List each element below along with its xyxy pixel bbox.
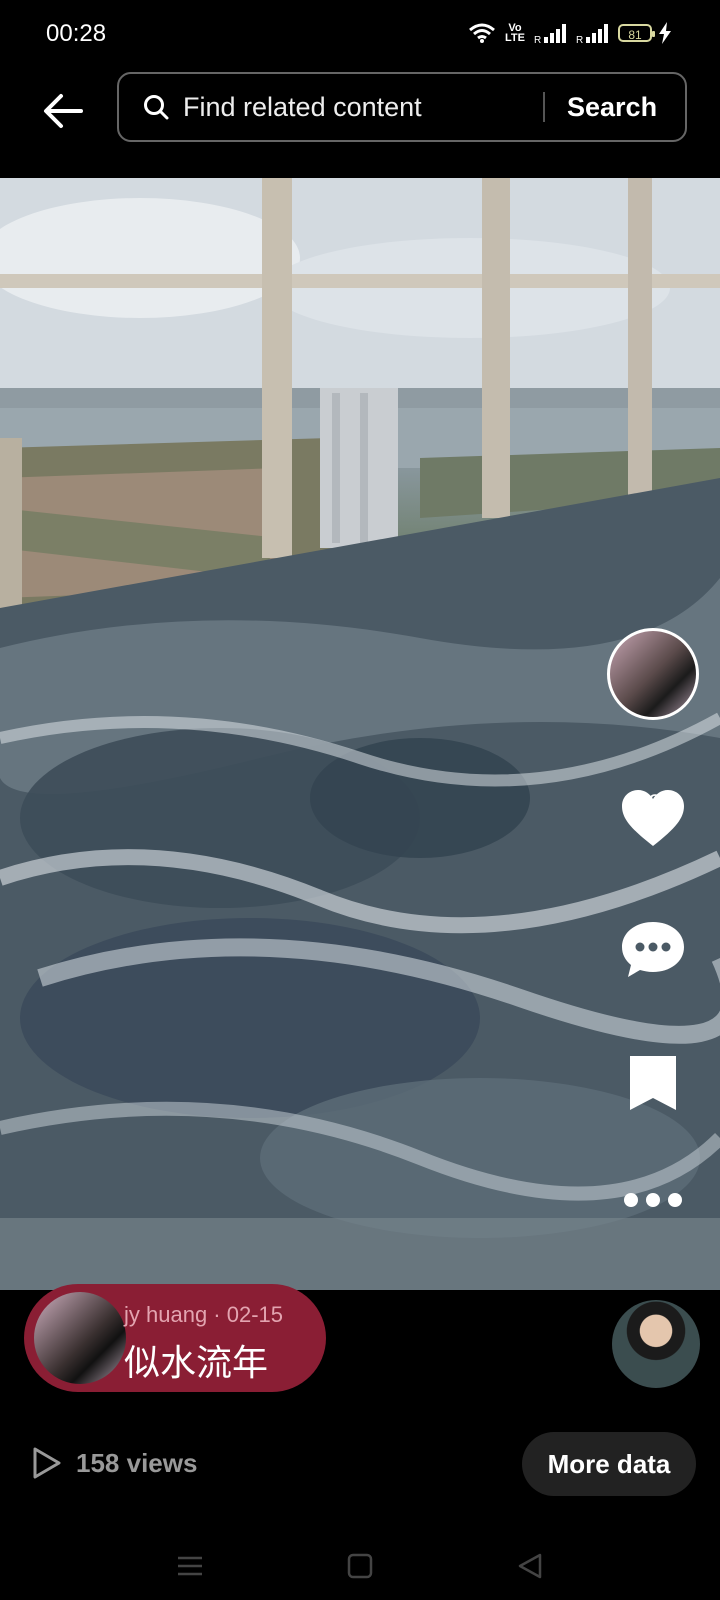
battery-indicator: 81 <box>618 24 655 42</box>
more-icon <box>624 1193 682 1207</box>
video-frame <box>0 178 720 1290</box>
comment-icon <box>622 922 684 977</box>
back-button[interactable] <box>38 86 88 136</box>
signal-icon-1: R <box>534 24 566 44</box>
home-icon[interactable] <box>346 1552 374 1580</box>
svg-text:R: R <box>576 35 583 44</box>
music-avatar[interactable] <box>612 1300 700 1388</box>
bookmark-action[interactable]: 0 <box>620 1054 690 1110</box>
back-icon[interactable] <box>516 1552 544 1580</box>
like-action[interactable]: 8 <box>620 788 690 846</box>
search-divider <box>543 92 545 122</box>
bookmark-icon <box>630 1056 676 1110</box>
views-info: 158 views <box>32 1446 197 1480</box>
status-time: 00:28 <box>46 20 107 47</box>
svg-text:R: R <box>534 35 541 44</box>
wifi-icon <box>469 23 495 43</box>
video-player[interactable]: 8 3 0 <box>0 178 720 1290</box>
post-title: 似水流年 <box>124 1342 269 1383</box>
heart-icon <box>622 790 684 846</box>
volte-label: Vo LTE <box>505 22 525 44</box>
creator-avatar-follow[interactable] <box>607 628 699 720</box>
creator-info[interactable]: jy huang · 02-15 似水流年 <box>24 1284 326 1392</box>
comment-action[interactable]: 3 <box>620 920 690 977</box>
charging-icon <box>659 22 671 44</box>
search-icon <box>143 93 171 121</box>
search-bar[interactable]: Search <box>117 72 687 142</box>
search-input[interactable] <box>181 90 535 124</box>
status-icons: Vo LTE R R 81 <box>468 22 672 44</box>
system-nav-bar <box>0 1530 720 1600</box>
post-meta: jy huang · 02-15 <box>124 1302 283 1327</box>
status-bar: 00:28 Vo LTE R R 81 <box>0 0 720 70</box>
more-data-button[interactable]: More data <box>522 1432 696 1496</box>
signal-icon-2: R <box>576 24 608 44</box>
views-count: 158 views <box>76 1447 198 1478</box>
back-arrow-icon <box>44 94 83 128</box>
play-icon <box>33 1447 61 1479</box>
menu-icon[interactable] <box>176 1552 204 1580</box>
creator-avatar[interactable] <box>34 1292 126 1384</box>
search-button[interactable]: Search <box>567 92 657 123</box>
